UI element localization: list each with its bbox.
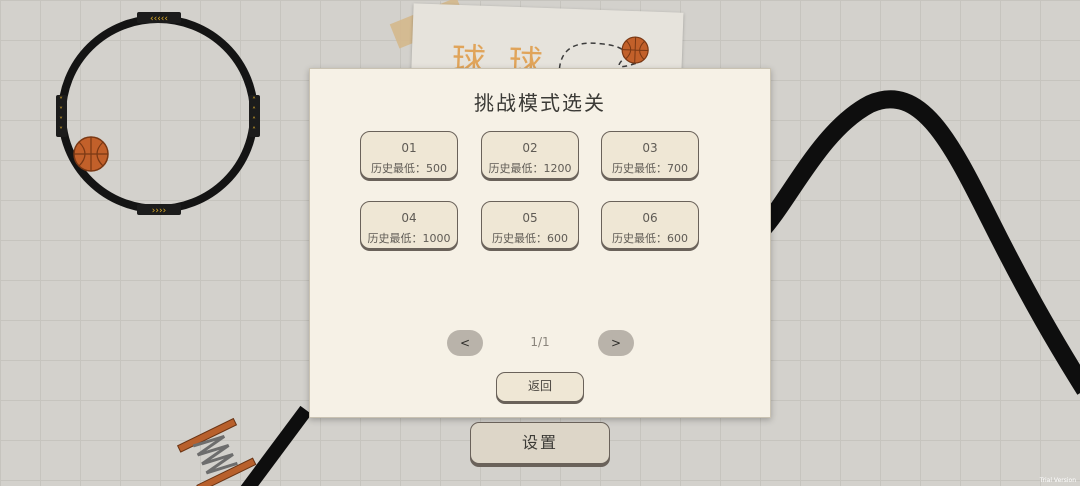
svg-text:˄: ˄ bbox=[252, 96, 256, 105]
svg-text:˅: ˅ bbox=[59, 96, 63, 105]
level-number: 06 bbox=[642, 211, 658, 225]
level-best-score: 历史最低：500 bbox=[371, 162, 447, 175]
svg-text:˄: ˄ bbox=[252, 106, 256, 115]
level-number: 02 bbox=[522, 141, 538, 155]
level-best-score: 历史最低：1200 bbox=[488, 162, 572, 175]
level-number: 01 bbox=[401, 141, 417, 155]
booster-right: ˄ ˄ ˄ ˄ bbox=[249, 95, 260, 137]
dialog-title: 挑战模式选关 bbox=[474, 91, 606, 115]
loop-track bbox=[58, 15, 258, 213]
level-best-score: 历史最低：600 bbox=[612, 232, 688, 245]
booster-top: ‹‹‹‹‹ bbox=[137, 12, 181, 24]
paper-basketball-icon bbox=[621, 36, 649, 64]
level-button-06[interactable]: 06 历史最低：600 bbox=[601, 201, 699, 249]
settings-button[interactable]: 设置 bbox=[470, 422, 610, 464]
svg-text:››››: ›››› bbox=[152, 206, 166, 216]
back-button[interactable]: 返回 bbox=[496, 372, 584, 402]
svg-text:˄: ˄ bbox=[252, 116, 256, 125]
page-indicator: 1/1 bbox=[530, 335, 550, 349]
level-button-03[interactable]: 03 历史最低：700 bbox=[601, 131, 699, 179]
svg-text:˅: ˅ bbox=[59, 116, 63, 125]
level-button-05[interactable]: 05 历史最低：600 bbox=[481, 201, 579, 249]
level-best-score: 历史最低：700 bbox=[612, 162, 688, 175]
next-page-button[interactable]: > bbox=[598, 330, 634, 356]
level-best-score: 历史最低：1000 bbox=[367, 232, 451, 245]
trial-version-watermark: Trial Version bbox=[1039, 477, 1076, 484]
level-button-02[interactable]: 02 历史最低：1200 bbox=[481, 131, 579, 179]
basketball-icon bbox=[73, 136, 109, 172]
level-number: 05 bbox=[522, 211, 538, 225]
level-number: 03 bbox=[642, 141, 658, 155]
spring-icon bbox=[176, 417, 257, 486]
ramp-track bbox=[240, 405, 312, 486]
booster-left: ˅ ˅ ˅ ˅ bbox=[56, 95, 67, 137]
hill-track bbox=[753, 90, 1080, 395]
prev-page-button[interactable]: < bbox=[447, 330, 483, 356]
level-best-score: 历史最低：600 bbox=[492, 232, 568, 245]
level-button-01[interactable]: 01 历史最低：500 bbox=[360, 131, 458, 179]
level-number: 04 bbox=[401, 211, 417, 225]
booster-bottom: ›››› bbox=[137, 204, 181, 216]
svg-text:˄: ˄ bbox=[252, 126, 256, 135]
svg-text:‹‹‹‹‹: ‹‹‹‹‹ bbox=[150, 14, 168, 24]
level-button-04[interactable]: 04 历史最低：1000 bbox=[360, 201, 458, 249]
svg-text:˅: ˅ bbox=[59, 126, 63, 135]
svg-text:˅: ˅ bbox=[59, 106, 63, 115]
level-select-dialog: 挑战模式选关 01 历史最低：500 02 历史最低：1200 03 历史最低：… bbox=[309, 68, 771, 418]
